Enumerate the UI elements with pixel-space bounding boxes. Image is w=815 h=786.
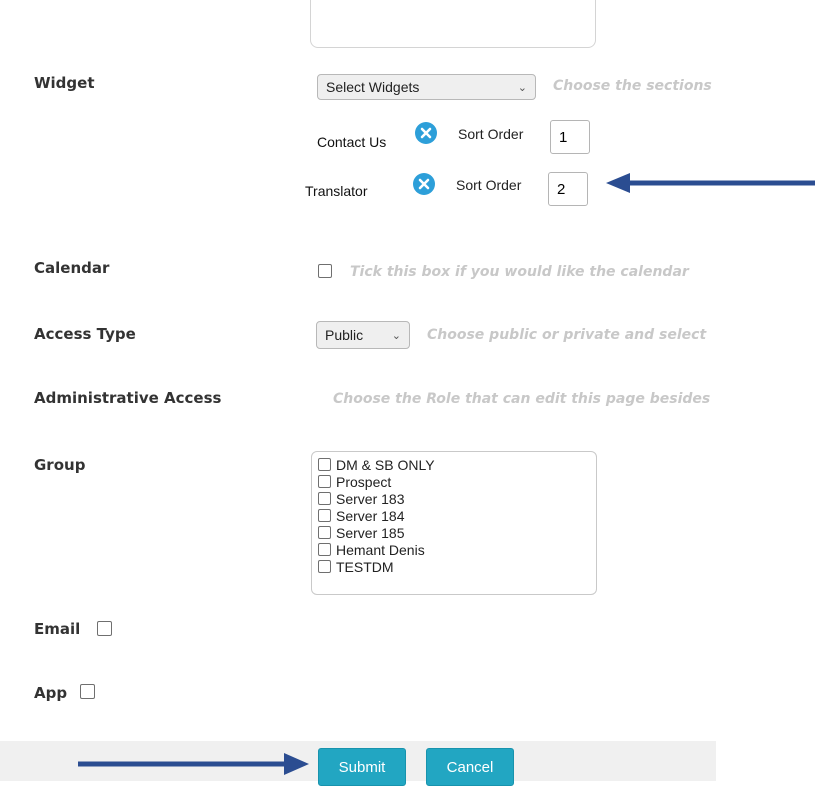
group-option-label: TESTDM [336, 558, 394, 575]
group-option-checkbox[interactable] [318, 526, 331, 539]
widget-select-value: Select Widgets [326, 79, 420, 95]
group-option-label: Server 183 [336, 490, 405, 507]
group-option-label: Server 184 [336, 507, 405, 524]
widget-item-name: Translator [305, 183, 368, 199]
group-option[interactable]: Prospect [312, 473, 596, 490]
arrow-left-icon [606, 173, 815, 193]
administrative-access-label: Administrative Access [34, 389, 222, 407]
access-type-label: Access Type [34, 325, 136, 343]
cancel-button[interactable]: Cancel [426, 748, 514, 786]
group-multiselect[interactable]: DM & SB ONLY Prospect Server 183 Server … [311, 451, 597, 595]
group-option-checkbox[interactable] [318, 458, 331, 471]
widget-hint: Choose the sections [553, 78, 712, 94]
app-label: App [34, 684, 68, 702]
remove-widget-icon[interactable] [415, 122, 437, 144]
group-option[interactable]: Hemant Denis [312, 541, 596, 558]
group-option[interactable]: DM & SB ONLY [312, 456, 596, 473]
widget-label: Widget [34, 74, 95, 92]
sort-order-input[interactable]: 1 [550, 120, 590, 154]
calendar-checkbox[interactable] [318, 264, 332, 278]
group-option-checkbox[interactable] [318, 492, 331, 505]
description-textarea[interactable] [310, 0, 596, 48]
widget-item-name: Contact Us [317, 134, 387, 150]
group-option-label: Server 185 [336, 524, 405, 541]
email-label: Email [34, 620, 81, 638]
sort-order-label: Sort Order [456, 177, 522, 193]
group-option[interactable]: TESTDM [312, 558, 596, 575]
group-option-checkbox[interactable] [318, 543, 331, 556]
group-option-checkbox[interactable] [318, 475, 331, 488]
group-option[interactable]: Server 185 [312, 524, 596, 541]
calendar-label: Calendar [34, 259, 110, 277]
submit-button[interactable]: Submit [318, 748, 406, 786]
email-checkbox[interactable] [97, 621, 112, 636]
app-checkbox[interactable] [80, 684, 95, 699]
group-option[interactable]: Server 183 [312, 490, 596, 507]
remove-widget-icon[interactable] [413, 173, 435, 195]
administrative-access-hint: Choose the Role that can edit this page … [333, 391, 711, 407]
access-type-select[interactable]: Public ⌄ [316, 321, 410, 349]
group-option-label: Prospect [336, 473, 392, 490]
access-type-select-value: Public [325, 327, 364, 343]
group-label: Group [34, 456, 86, 474]
calendar-hint: Tick this box if you would like the cale… [350, 264, 689, 280]
group-option[interactable]: Server 184 [312, 507, 596, 524]
group-option-label: DM & SB ONLY [336, 456, 435, 473]
chevron-down-icon: ⌄ [391, 329, 401, 342]
arrow-right-icon [78, 753, 309, 775]
group-option-checkbox[interactable] [318, 509, 331, 522]
sort-order-input[interactable]: 2 [548, 172, 588, 206]
widget-select[interactable]: Select Widgets ⌄ [317, 74, 536, 100]
chevron-down-icon: ⌄ [517, 81, 527, 94]
group-option-label: Hemant Denis [336, 541, 425, 558]
group-option-checkbox[interactable] [318, 560, 331, 573]
access-type-hint: Choose public or private and select [427, 327, 707, 343]
sort-order-label: Sort Order [458, 126, 524, 142]
